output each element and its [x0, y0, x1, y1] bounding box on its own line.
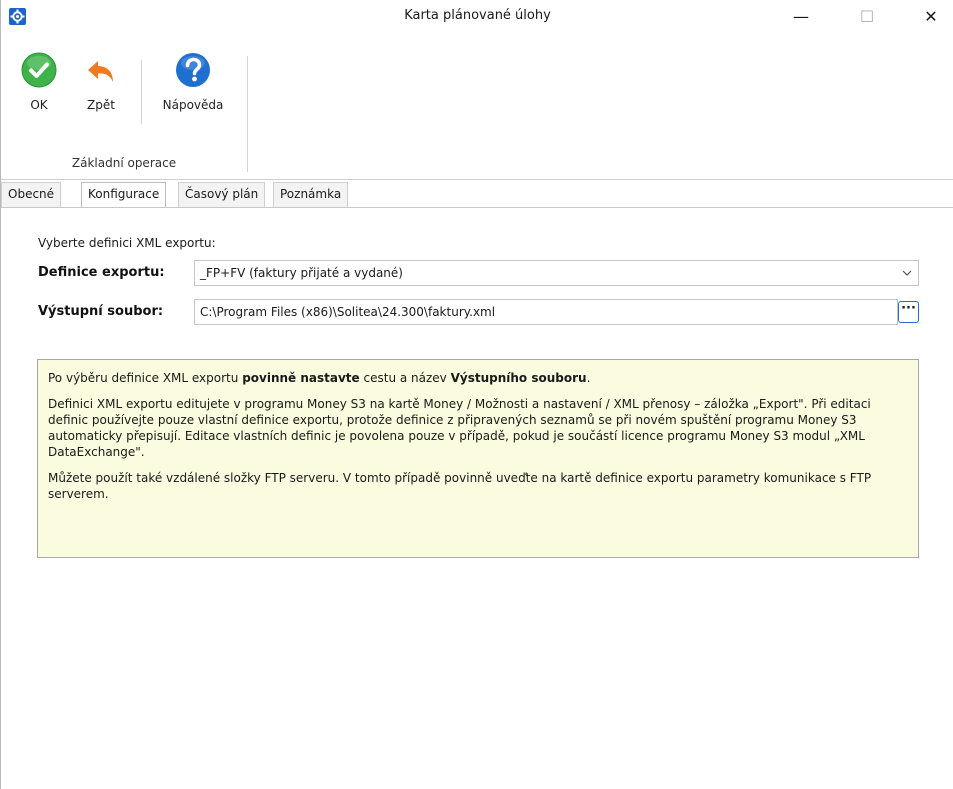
ok-check-icon [21, 52, 57, 88]
tab-obecne[interactable]: Obecné [1, 182, 62, 207]
info-text: cestu a název [359, 371, 451, 385]
browse-button[interactable]: ··· [898, 301, 919, 323]
title-bar: Karta plánované úlohy — ☐ ✕ [1, 0, 953, 32]
output-file-value: C:\Program Files (x86)\Solitea\24.300\fa… [200, 305, 496, 319]
tab-casovy-plan[interactable]: Časový plán [178, 182, 266, 207]
ribbon-separator [141, 60, 142, 124]
undo-arrow-icon [88, 61, 113, 82]
tab-content-konfigurace: Vyberte definici XML exportu: Definice e… [1, 208, 953, 789]
back-button[interactable]: Zpět [81, 52, 121, 138]
export-definition-select[interactable]: _FP+FV (faktury přijaté a vydané) [194, 260, 919, 286]
info-emphasis: Výstupního souboru [450, 371, 587, 385]
ribbon: OK Zpět Nápověda Základní operace [1, 52, 953, 180]
tab-konfigurace[interactable]: Konfigurace [81, 182, 167, 208]
ribbon-group-separator [247, 56, 248, 172]
output-file-input[interactable]: C:\Program Files (x86)\Solitea\24.300\fa… [194, 299, 898, 325]
info-panel: Po výběru definice XML exportu povinně n… [37, 359, 919, 558]
tab-strip: Obecné Konfigurace Časový plán Poznámka [1, 182, 953, 208]
ok-label: OK [30, 98, 48, 112]
info-paragraph-1: Po výběru definice XML exportu povinně n… [48, 370, 908, 386]
info-emphasis: povinně nastavte [242, 371, 360, 385]
help-question-icon [176, 53, 210, 87]
help-label: Nápověda [162, 98, 224, 112]
export-prompt: Vyberte definici XML exportu: [38, 236, 216, 250]
output-file-label: Výstupní soubor: [38, 304, 164, 319]
ribbon-divider [1, 179, 953, 180]
minimize-button[interactable]: — [778, 0, 824, 32]
ok-button[interactable]: OK [19, 52, 59, 138]
help-button[interactable]: Nápověda [153, 52, 233, 138]
maximize-button[interactable]: ☐ [844, 0, 890, 32]
tab-poznamka[interactable]: Poznámka [273, 182, 349, 207]
info-paragraph-2: Definici XML exportu editujete v program… [48, 397, 871, 459]
info-paragraph-3: Můžete použít také vzdálené složky FTP s… [48, 471, 872, 501]
info-text: Po výběru definice XML exportu [48, 371, 243, 385]
back-label: Zpět [87, 98, 115, 112]
definition-label: Definice exportu: [38, 265, 165, 280]
ribbon-group-label: Základní operace [71, 156, 177, 170]
info-text: . [586, 371, 591, 385]
close-button[interactable]: ✕ [908, 0, 953, 32]
chevron-down-icon[interactable] [900, 261, 914, 285]
dialog-window: Karta plánované úlohy — ☐ ✕ OK Zpět Nápo… [0, 0, 953, 789]
export-definition-value: _FP+FV (faktury přijaté a vydané) [200, 266, 403, 280]
